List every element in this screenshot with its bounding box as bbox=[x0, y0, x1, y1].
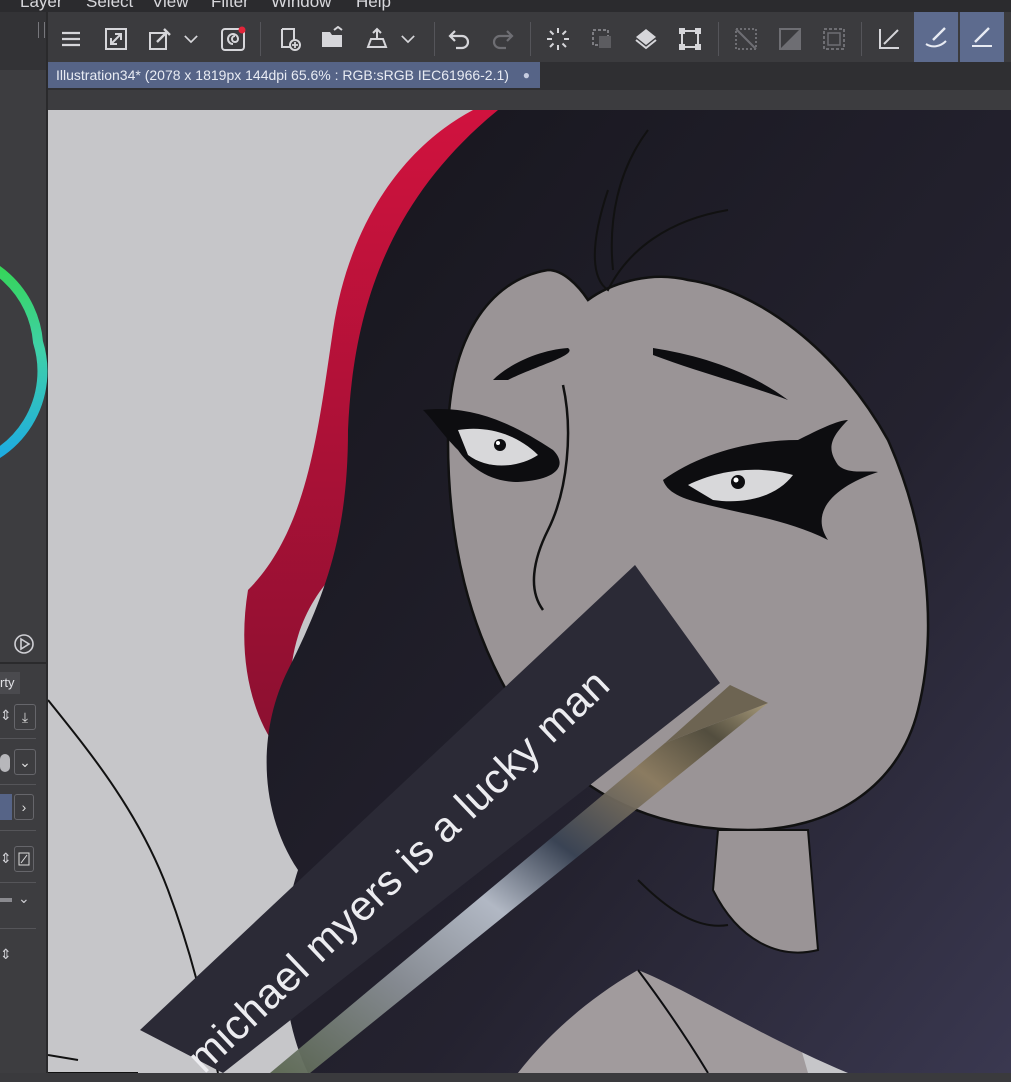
resize-canvas-icon[interactable] bbox=[99, 22, 133, 56]
left-panel-header bbox=[0, 12, 46, 70]
document-tab[interactable]: Illustration34* (2078 x 1819px 144dpi 65… bbox=[48, 62, 540, 88]
menu-icon[interactable] bbox=[54, 22, 88, 56]
panel-grip-icon[interactable] bbox=[38, 22, 45, 38]
ruler-pen-icon[interactable] bbox=[960, 12, 1004, 62]
expand-button[interactable]: › bbox=[14, 794, 34, 820]
swirl-icon[interactable] bbox=[216, 22, 250, 56]
new-file-icon[interactable] bbox=[273, 22, 307, 56]
redo-icon[interactable] bbox=[486, 22, 520, 56]
document-title: Illustration34* (2078 x 1819px 144dpi 65… bbox=[56, 67, 509, 83]
toolbar-separator bbox=[260, 22, 261, 56]
document-tab-strip: Illustration34* (2078 x 1819px 144dpi 65… bbox=[48, 62, 1011, 90]
menu-window[interactable]: Window bbox=[271, 0, 331, 12]
snap-ruler-icon[interactable] bbox=[872, 22, 906, 56]
clear-outside-icon[interactable] bbox=[729, 22, 763, 56]
menu-select[interactable]: Select bbox=[86, 0, 133, 12]
chevron-down-icon[interactable] bbox=[398, 22, 418, 56]
tab-close-icon[interactable]: ● bbox=[523, 62, 530, 88]
panel-divider bbox=[0, 662, 48, 664]
menu-bar: Layer Select View Filter Window Help bbox=[0, 0, 1011, 12]
divider bbox=[0, 928, 36, 929]
download-icon[interactable]: ⤓ bbox=[14, 704, 36, 730]
pressure-icon[interactable] bbox=[14, 846, 34, 872]
gradient-fill-icon[interactable] bbox=[773, 22, 807, 56]
left-panel: rty ⇕ ⤓ ⌄ › ⇕ ⌄ ⇕ bbox=[0, 12, 48, 1073]
menu-help[interactable]: Help bbox=[356, 0, 391, 12]
stepper-icon[interactable]: ⇕ bbox=[0, 850, 12, 867]
command-bar bbox=[48, 12, 1011, 67]
fill-bucket-icon[interactable] bbox=[629, 22, 663, 56]
menu-layer[interactable]: Layer bbox=[20, 0, 63, 12]
color-swatch[interactable] bbox=[0, 794, 12, 820]
eyedropper-settings-icon[interactable] bbox=[143, 22, 177, 56]
chevron-down-icon: ⌄ bbox=[19, 753, 31, 770]
divider bbox=[0, 830, 36, 831]
chevron-right-icon: › bbox=[21, 799, 27, 815]
toolbar-separator bbox=[861, 22, 862, 56]
property-tab[interactable]: rty bbox=[0, 672, 20, 694]
chevron-down-icon[interactable] bbox=[181, 22, 201, 56]
pen-snap-icon[interactable] bbox=[914, 12, 958, 62]
transform-icon[interactable] bbox=[673, 22, 707, 56]
canvas-ruler-strip bbox=[48, 90, 1011, 110]
brush-tip-icon bbox=[0, 754, 10, 772]
open-folder-icon[interactable] bbox=[316, 22, 350, 56]
property-tab-label: rty bbox=[0, 675, 15, 690]
divider bbox=[0, 784, 36, 785]
drawing-canvas[interactable] bbox=[48, 110, 1011, 1073]
stepper-icon[interactable]: ⇕ bbox=[0, 707, 12, 724]
slider-track[interactable] bbox=[0, 898, 12, 902]
play-icon[interactable] bbox=[12, 632, 36, 656]
color-wheel[interactable] bbox=[0, 242, 48, 482]
export-icon[interactable] bbox=[360, 22, 394, 56]
selection-border-icon[interactable] bbox=[817, 22, 851, 56]
loading-spinner-icon[interactable] bbox=[541, 22, 575, 56]
divider bbox=[0, 738, 36, 739]
divider bbox=[0, 882, 36, 883]
brush-dropdown[interactable]: ⌄ bbox=[14, 749, 36, 775]
download-symbol: ⤓ bbox=[21, 708, 29, 725]
toolbar-separator bbox=[718, 22, 719, 56]
toolbar-separator bbox=[530, 22, 531, 56]
undo-icon[interactable] bbox=[442, 22, 476, 56]
menu-view[interactable]: View bbox=[152, 0, 189, 12]
stepper-icon[interactable]: ⇕ bbox=[0, 946, 12, 963]
selection-dashed-icon[interactable] bbox=[585, 22, 619, 56]
menu-filter[interactable]: Filter bbox=[211, 0, 249, 12]
chevron-down-icon[interactable]: ⌄ bbox=[18, 890, 30, 907]
toolbar-separator bbox=[434, 22, 435, 56]
